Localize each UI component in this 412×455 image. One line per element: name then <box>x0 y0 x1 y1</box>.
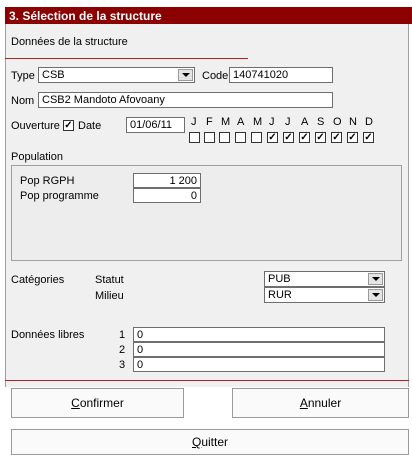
pop-rgph-label: Pop RGPH <box>20 175 75 187</box>
annuler-accesskey: A <box>299 396 308 410</box>
section-divider <box>5 58 248 59</box>
month-checkbox[interactable] <box>189 132 200 143</box>
chevron-down-icon[interactable] <box>368 273 383 285</box>
month-letter: O <box>333 116 342 128</box>
ouverture-checkbox[interactable]: ✓ <box>63 120 74 131</box>
categories-label: Catégories <box>11 274 65 286</box>
quitter-accesskey: Q <box>191 435 202 449</box>
nom-field[interactable]: CSB2 Mandoto Afovoany <box>38 92 333 108</box>
month-letter: D <box>365 116 373 128</box>
type-label: Type <box>11 70 35 82</box>
month-letter: J <box>285 116 291 128</box>
month-letter: M <box>253 116 263 128</box>
pop-rgph-field[interactable]: 1 200 <box>133 173 201 188</box>
libre-field-3[interactable]: 0 <box>133 357 385 372</box>
month-letter: F <box>206 116 213 128</box>
annuler-label: nnuler <box>307 396 342 410</box>
libre-row-number: 2 <box>119 344 126 356</box>
milieu-value: RUR <box>268 289 292 301</box>
month-checkbox[interactable]: ✓ <box>347 132 358 143</box>
milieu-label: Milieu <box>95 290 124 302</box>
annuler-button[interactable]: Annuler <box>232 388 409 418</box>
month-letter: A <box>301 116 309 128</box>
month-letter: M <box>221 116 231 128</box>
month-letter: J <box>269 116 275 128</box>
chevron-down-icon[interactable] <box>178 69 193 81</box>
statut-select[interactable]: PUB <box>264 271 385 287</box>
milieu-select[interactable]: RUR <box>264 287 385 303</box>
libre-field-1[interactable]: 0 <box>133 327 385 342</box>
month-checkbox[interactable] <box>251 132 262 143</box>
month-checkbox[interactable]: ✓ <box>331 132 342 143</box>
type-value: CSB <box>42 69 65 81</box>
statut-value: PUB <box>268 273 291 285</box>
confirmer-accesskey: C <box>71 396 80 410</box>
window-title: 3. Sélection de la structure <box>5 7 412 24</box>
month-checkbox[interactable]: ✓ <box>363 132 374 143</box>
libre-field-2[interactable]: 0 <box>133 342 385 357</box>
confirmer-label: onfirmer <box>79 396 124 410</box>
date-label: Date <box>78 120 102 132</box>
month-letter: A <box>237 116 245 128</box>
libres-label: Données libres <box>11 329 85 341</box>
month-checkbox[interactable]: ✓ <box>267 132 278 143</box>
month-letter: N <box>349 116 357 128</box>
month-checkbox[interactable]: ✓ <box>315 132 326 143</box>
population-label: Population <box>11 151 63 163</box>
code-label: Code <box>202 70 229 82</box>
footer-divider <box>5 380 409 381</box>
nom-label: Nom <box>11 95 35 107</box>
chevron-down-icon[interactable] <box>368 289 383 301</box>
pop-programme-field[interactable]: 0 <box>133 188 201 203</box>
months-grid: J F M A M J J A S O N D ✓ ✓ ✓ ✓ ✓ ✓ ✓ <box>189 116 384 146</box>
month-letter: S <box>317 116 325 128</box>
month-checkbox[interactable]: ✓ <box>283 132 294 143</box>
month-letter: J <box>191 116 197 128</box>
libre-row-number: 1 <box>119 329 126 341</box>
month-checkbox[interactable]: ✓ <box>299 132 310 143</box>
month-checkbox[interactable] <box>219 132 230 143</box>
ouverture-label: Ouverture <box>11 120 60 132</box>
month-checkbox[interactable] <box>204 132 215 143</box>
date-field[interactable]: 01/06/11 <box>126 117 185 133</box>
month-checkbox[interactable] <box>235 132 246 143</box>
section-heading: Données de la structure <box>11 36 128 48</box>
quitter-button[interactable]: Quitter <box>11 429 409 455</box>
type-select[interactable]: CSB <box>38 67 195 83</box>
statut-label: Statut <box>95 274 124 286</box>
confirmer-button[interactable]: Confirmer <box>11 388 184 418</box>
quitter-label: uitter <box>201 435 229 449</box>
pop-programme-label: Pop programme <box>20 190 99 202</box>
libre-row-number: 3 <box>119 359 126 371</box>
code-field[interactable]: 140741020 <box>229 67 333 83</box>
